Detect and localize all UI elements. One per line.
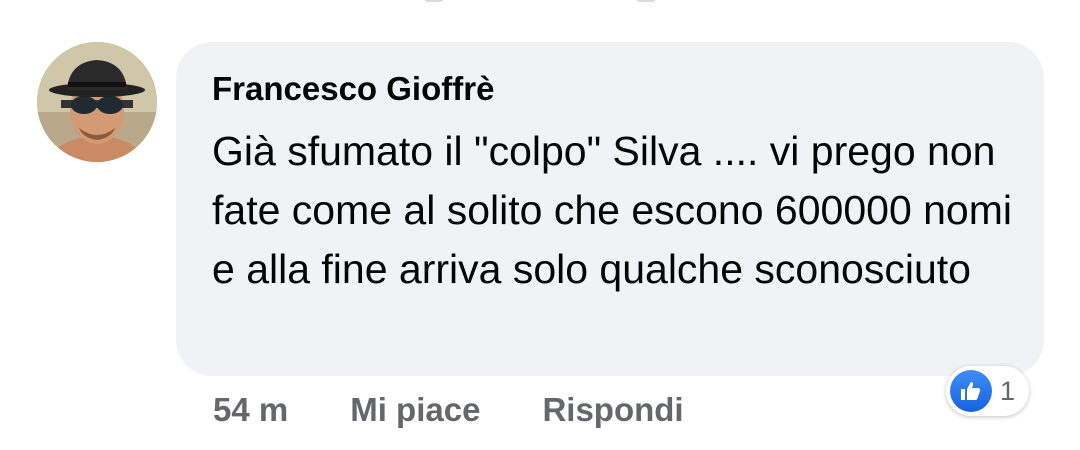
comment-author[interactable]: Francesco Gioffrè [212,70,494,108]
reaction-summary[interactable]: 1 [946,366,1030,416]
previous-comment-edge [636,0,656,2]
comment-timestamp[interactable]: 54 m [213,391,288,429]
like-button[interactable]: Mi piace [350,391,480,429]
thumbs-up-icon [950,370,992,412]
comment-bubble: Francesco Gioffrè Già sfumato il "colpo"… [176,42,1044,376]
reaction-count: 1 [1000,375,1016,406]
avatar[interactable] [37,42,157,162]
previous-comment-edge [424,0,444,2]
comment-text: Già sfumato il "colpo" Silva .... vi pre… [212,128,1013,292]
comment-actions: 54 m Mi piace Rispondi [213,388,684,432]
reply-button[interactable]: Rispondi [542,391,683,429]
profile-photo [37,42,157,162]
